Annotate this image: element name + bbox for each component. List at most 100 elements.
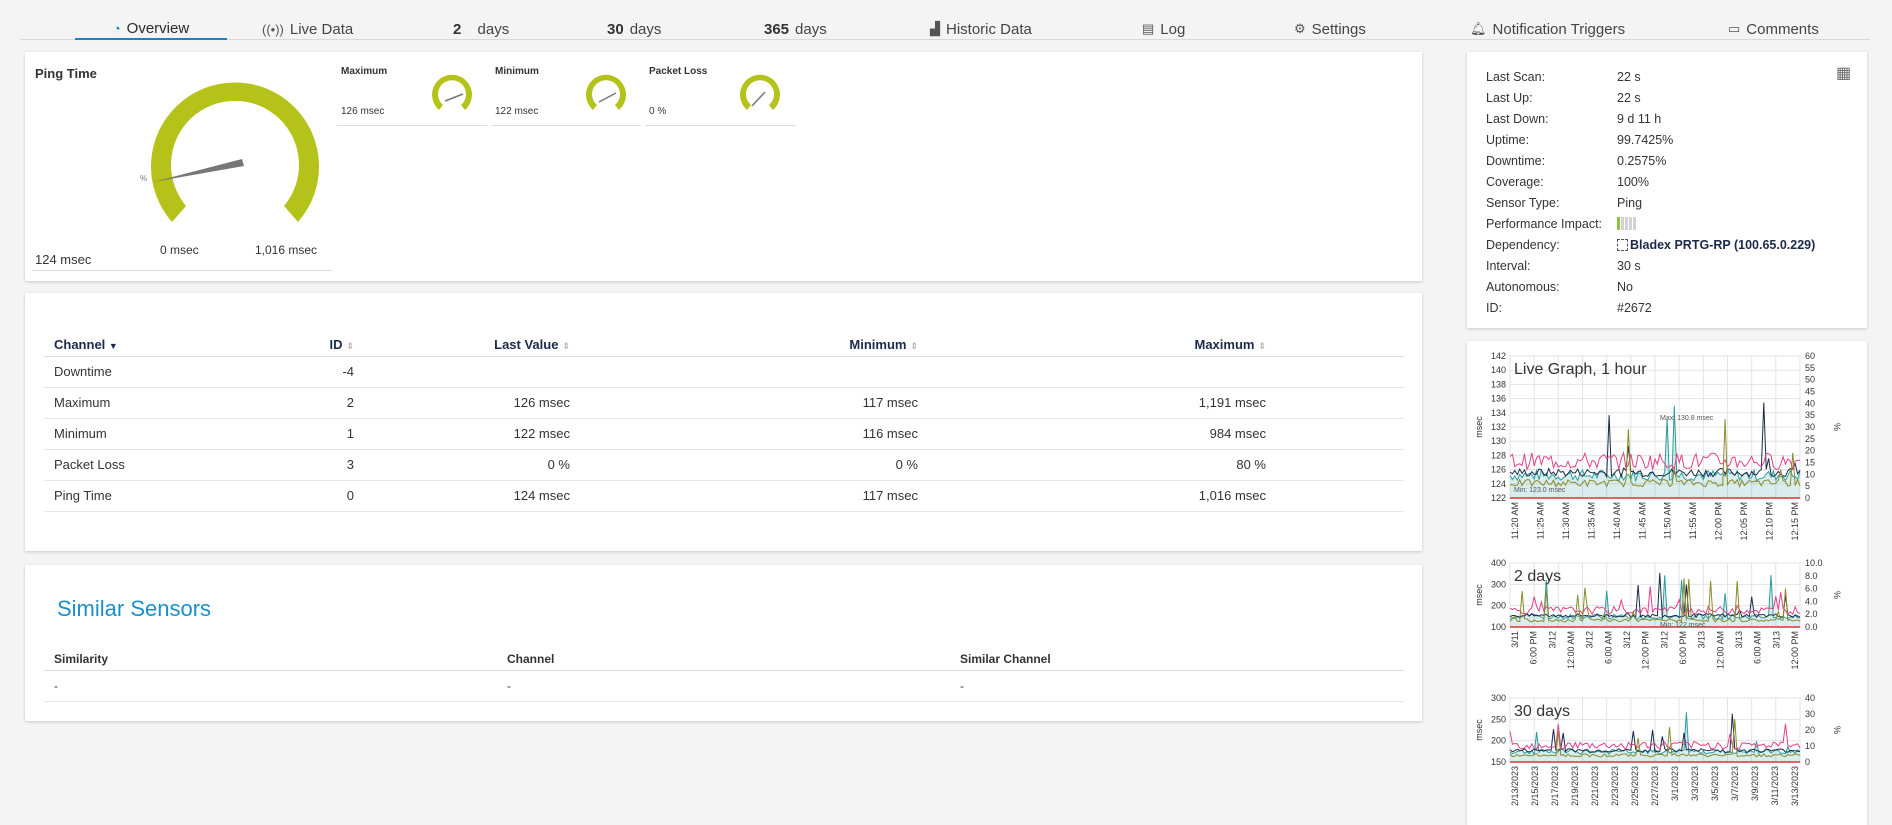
cell-channel[interactable]: Maximum	[44, 387, 294, 419]
ping-time-value: 124 msec	[35, 252, 92, 267]
y-tick-label: 10.0	[1805, 558, 1823, 568]
area-chart-icon: ▟	[930, 21, 940, 36]
tab-settings[interactable]: ⚙ Settings	[1294, 18, 1366, 40]
graph-2-days[interactable]: 400 300 200 100 10.0 8.0 6.0 4.0 2.0 0.0 msec % 3/11…	[1470, 557, 1866, 682]
x-tick-label: 3/9/2023	[1750, 766, 1760, 801]
info-key: Autonomous:	[1486, 279, 1560, 294]
x-tick-label: 11:50 AM	[1663, 502, 1673, 539]
ping-time-gauge-title: Ping Time	[35, 66, 97, 81]
tab-historic-data[interactable]: ▟ Historic Data	[930, 18, 1032, 40]
minimum-gauge: Minimum 122 msec	[491, 66, 641, 126]
column-header-similarity: Similarity	[44, 648, 497, 671]
x-tick-label: 2/17/2023	[1550, 766, 1560, 806]
cell-id: 1	[294, 418, 364, 450]
tab-number: 2	[453, 20, 462, 38]
info-row-uptime: Uptime: 99.7425%	[1486, 129, 1815, 150]
cell-similar-channel: -	[950, 670, 1404, 702]
info-key: Last Up:	[1486, 90, 1533, 105]
graph-title: 30 days	[1514, 703, 1570, 720]
gauge-title: Maximum	[341, 66, 388, 77]
cell-channel[interactable]: Packet Loss	[44, 449, 294, 481]
tab-365-days[interactable]: 365 days	[764, 18, 827, 40]
y-tick-label: 30	[1805, 422, 1815, 432]
cell-maximum	[928, 356, 1276, 388]
tab-comments[interactable]: ▭ Comments	[1728, 18, 1819, 40]
cell-last-value: 122 msec	[364, 418, 580, 450]
live-graph-1-hour[interactable]: 1421401381361341321301281261241226055504…	[1470, 350, 1866, 550]
header-label: Last Value	[494, 337, 559, 353]
gauge-icon: ◔	[112, 20, 121, 36]
info-key: Interval:	[1486, 258, 1531, 273]
column-header-id[interactable]: ID ⇕	[294, 334, 364, 357]
y-tick-label: 20	[1805, 446, 1815, 456]
info-value: 22 s	[1617, 69, 1641, 84]
tab-label: Comments	[1746, 20, 1819, 38]
y-tick-label: 45	[1805, 387, 1815, 397]
cell-channel[interactable]: Ping Time	[44, 480, 294, 512]
y-tick-label: 200	[1491, 601, 1506, 611]
table-row[interactable]: Ping Time 0 124 msec 117 msec 1,016 msec	[44, 480, 1404, 512]
info-value: 100%	[1617, 174, 1649, 189]
info-row-id: ID: #2672	[1486, 297, 1815, 318]
tab-30-days[interactable]: 30 days	[607, 18, 661, 40]
tab-overview[interactable]: ◔ Overview	[75, 18, 227, 40]
x-tick-label: 3/12	[1585, 631, 1595, 649]
gauge-min-label: 0 msec	[160, 243, 199, 257]
cell-spacer	[1276, 387, 1404, 419]
tab-label: Log	[1160, 20, 1186, 38]
graph-30-days[interactable]: 300 250 200 150 40 30 20 10 0 msec % 2/13/2023 2/15/…	[1470, 692, 1866, 825]
cell-channel[interactable]: Minimum	[44, 418, 294, 450]
table-row[interactable]: Downtime -4	[44, 356, 1404, 388]
table-row: - - -	[44, 670, 1404, 702]
tab-live-data[interactable]: ((•)) Live Data	[262, 18, 353, 40]
graph-annotation: Max: 130.8 msec	[1660, 415, 1714, 422]
gauge-dial	[586, 74, 626, 110]
column-header-maximum[interactable]: Maximum ⇕	[928, 334, 1276, 357]
x-tick-label: 12:00 PM	[1714, 502, 1724, 541]
gauge-max-label: 1,016 msec	[255, 243, 318, 257]
x-tick-label: 3/13	[1771, 631, 1781, 649]
similar-sensors-table: Similarity Channel Similar Channel - - -	[44, 648, 1404, 702]
cell-maximum: 1,191 msec	[928, 387, 1276, 419]
column-header-channel[interactable]: Channel ▼	[44, 334, 294, 357]
x-tick-label: 2/23/2023	[1610, 766, 1620, 806]
tab-label: Overview	[126, 19, 190, 37]
packet-loss-gauge: Packet Loss 0 %	[645, 66, 795, 126]
column-header-minimum[interactable]: Minimum ⇕	[580, 334, 928, 357]
table-row[interactable]: Maximum 2 126 msec 117 msec 1,191 msec	[44, 387, 1404, 419]
column-header-similar-channel: Similar Channel	[950, 648, 1404, 671]
y-axis-label: msec	[1474, 719, 1484, 741]
cell-minimum: 117 msec	[580, 387, 928, 419]
header-label: Channel	[54, 337, 106, 353]
dependency-link[interactable]: Bladex PRTG-RP (100.65.0.229)	[1630, 238, 1815, 252]
qr-code-icon[interactable]: ▦	[1836, 66, 1851, 82]
y-tick-label: 40	[1805, 398, 1815, 408]
table-row[interactable]: Packet Loss 3 0 % 0 % 80 %	[44, 449, 1404, 481]
y-tick-label: 130	[1491, 436, 1506, 446]
tab-notification-triggers[interactable]: 🔔︎ Notification Triggers	[1470, 18, 1625, 40]
gauge-dial	[432, 74, 472, 110]
tab-log[interactable]: ▤ Log	[1142, 18, 1185, 40]
column-header-last-value[interactable]: Last Value ⇕	[364, 334, 580, 357]
table-row[interactable]: Minimum 1 122 msec 116 msec 984 msec	[44, 418, 1404, 450]
tab-2-days[interactable]: 2 days	[453, 18, 509, 40]
cell-spacer	[1276, 418, 1404, 450]
graph-title: Live Graph, 1 hour	[1514, 361, 1647, 378]
info-value: #2672	[1617, 300, 1652, 315]
info-row-last-scan: Last Scan: 22 s	[1486, 66, 1815, 87]
tab-label: days	[629, 20, 662, 38]
y-tick-label: 20	[1805, 725, 1815, 735]
gauge-marker: %	[140, 174, 147, 183]
x-tick-label: 12:00 AM	[1715, 631, 1725, 669]
gauge-value: 122 msec	[495, 106, 539, 117]
x-tick-label: 3/5/2023	[1710, 766, 1720, 801]
x-tick-label: 2/21/2023	[1590, 766, 1600, 806]
cell-channel[interactable]: Downtime	[44, 356, 294, 388]
tab-label: Notification Triggers	[1492, 20, 1626, 38]
sort-icon: ⇕	[346, 341, 354, 352]
info-row-downtime: Downtime: 0.2575%	[1486, 150, 1815, 171]
x-tick-label: 12:10 PM	[1765, 502, 1775, 541]
tab-label: days	[477, 20, 510, 38]
x-tick-label: 6:00 AM	[1753, 631, 1763, 664]
x-tick-label: 3/13/2023	[1790, 766, 1800, 806]
